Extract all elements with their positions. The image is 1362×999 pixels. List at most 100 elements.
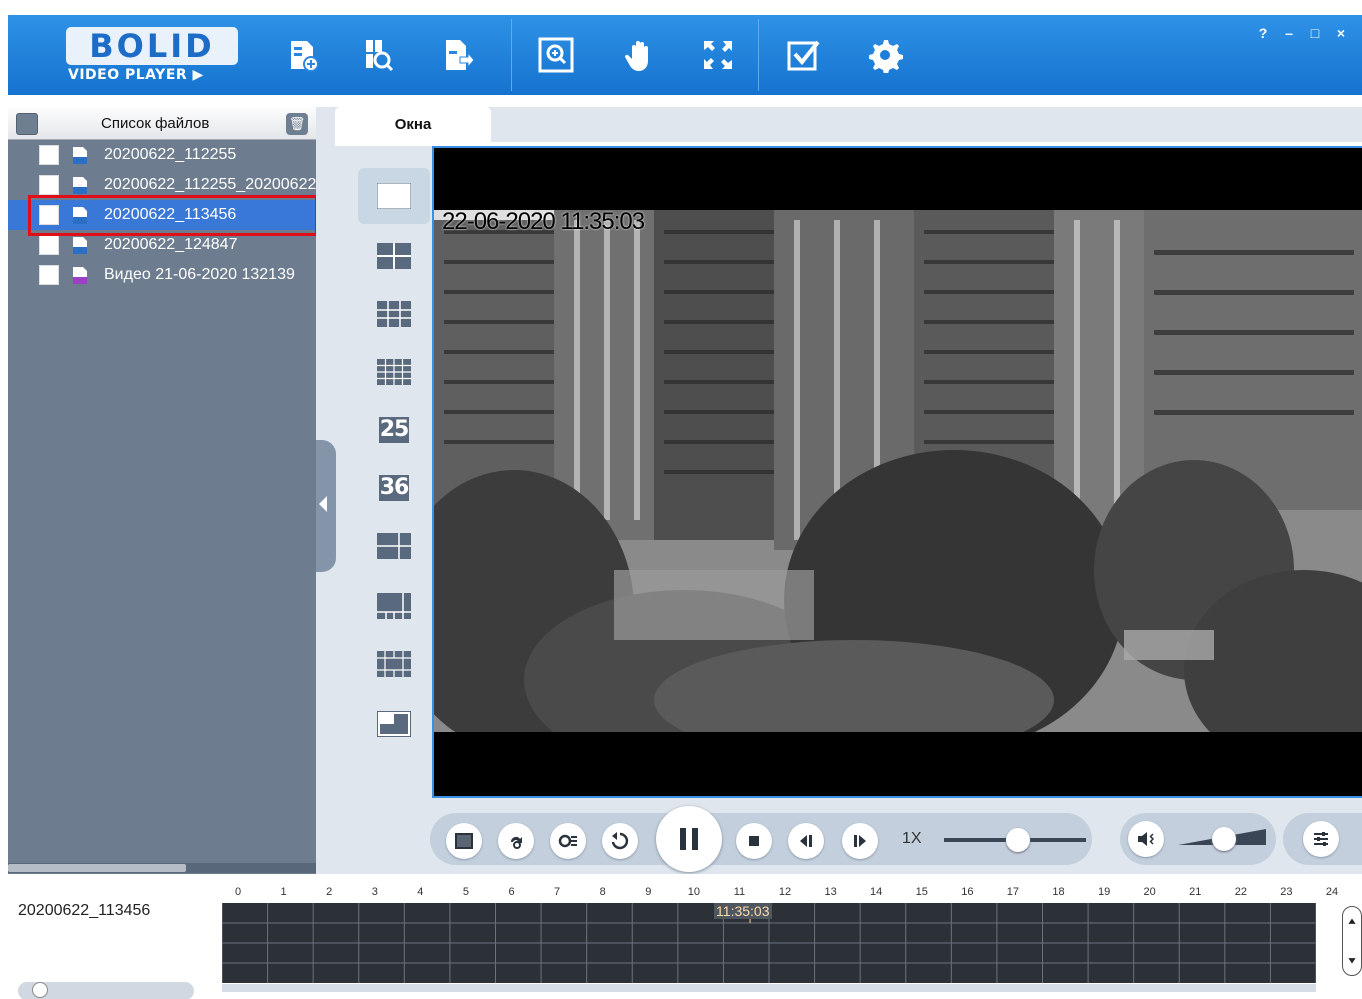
timeline-hour-label: 17 [1006, 886, 1020, 898]
close-button[interactable]: × [1334, 25, 1348, 41]
layout-9-icon [377, 301, 411, 327]
file-checkbox[interactable] [39, 145, 59, 165]
timeline-hour-label: 19 [1097, 886, 1111, 898]
stop-icon [749, 836, 759, 846]
delete-files-button[interactable]: 🗑 [286, 113, 308, 135]
mp4-file-icon [73, 267, 87, 284]
step-back-button[interactable] [788, 823, 824, 859]
timeline-hour-label: 3 [371, 886, 378, 898]
tab-windows[interactable]: Окна [335, 107, 491, 143]
timeline-hour-label: 6 [508, 886, 515, 898]
step-forward-button[interactable] [842, 823, 878, 859]
file-list-item[interactable]: 20200622_112255 [8, 140, 316, 170]
minimize-button[interactable]: – [1282, 25, 1296, 41]
toolbar-separator [511, 19, 512, 91]
rewind-icon [611, 832, 629, 850]
video-window[interactable]: 22-06-2020 11:35:03 [432, 146, 1362, 798]
file-name: 20200622_112255 [104, 146, 237, 163]
timeline-hour-ruler: 0 1 2 3 4 5 6 7 8 9 10 11 12 13 14 15 16 17 18 19 20 21 22 23 24 [228, 886, 1338, 900]
help-button[interactable]: ? [1256, 25, 1270, 41]
file-list-header: Список файлов 🗑 [8, 107, 316, 140]
select-all-checkbox[interactable] [16, 113, 38, 135]
timeline-grid[interactable]: 11:35:03 [221, 903, 1317, 983]
snapshot-button[interactable] [446, 823, 482, 859]
app-header: BOLID VIDEO PLAYER ▶ ? – □ × [8, 15, 1362, 95]
checkbox-icon[interactable] [784, 35, 824, 75]
timeline-hour-label: 7 [554, 886, 561, 898]
dav-file-icon [73, 237, 87, 254]
timeline-vscrollbar[interactable] [1342, 906, 1362, 976]
speaker-icon [1138, 832, 1155, 846]
file-checkbox[interactable] [39, 265, 59, 285]
layout-36-button[interactable]: 36 [358, 460, 430, 516]
dav-file-icon [73, 177, 87, 194]
speed-slider-knob[interactable] [1006, 828, 1030, 852]
selection-highlight-outline [28, 195, 318, 236]
export-icon[interactable] [438, 35, 478, 75]
step-back-icon [800, 835, 812, 847]
layout-16-icon [377, 359, 411, 385]
window-controls: ? – □ × [1256, 25, 1348, 41]
timeline-hour-label: 5 [462, 886, 469, 898]
file-checkbox[interactable] [39, 235, 59, 255]
timeline-hour-label: 11 [733, 886, 746, 898]
file-list-scrollbar[interactable] [8, 863, 316, 873]
volume-slider-knob[interactable] [1212, 827, 1236, 851]
hand-icon[interactable] [620, 35, 660, 75]
layout-9-button[interactable] [358, 286, 430, 342]
settings-bar [1283, 813, 1362, 865]
mute-button[interactable] [1128, 821, 1164, 857]
layout-custom-1-button[interactable] [358, 518, 430, 574]
timeline-zoom-slider[interactable] [18, 982, 194, 999]
logo-subtitle: VIDEO PLAYER ▶ [68, 67, 204, 83]
sliders-icon [1314, 832, 1328, 846]
layout-25-button[interactable]: 25 [358, 402, 430, 458]
zoom-slider-knob[interactable] [32, 982, 48, 998]
sync-play-button[interactable] [550, 823, 586, 859]
timeline-cursor-time: 11:35:03 [714, 903, 772, 919]
timeline-file-name: 20200622_113456 [18, 902, 151, 919]
timeline-hscrollbar[interactable] [222, 984, 1316, 992]
loop-button[interactable] [498, 823, 534, 859]
speed-slider[interactable] [944, 828, 1086, 852]
zoom-icon[interactable] [536, 35, 576, 75]
layout-25-icon: 25 [379, 417, 409, 443]
open-file-icon[interactable] [283, 35, 323, 75]
layout-16-button[interactable] [358, 344, 430, 400]
layout-4-button[interactable] [358, 228, 430, 284]
layout-36-icon: 36 [379, 475, 409, 501]
adjust-button[interactable] [1303, 821, 1339, 857]
settings-gear-icon[interactable] [865, 35, 905, 75]
file-name: 20200622_124847 [104, 236, 238, 253]
rewind-button[interactable] [602, 823, 638, 859]
layout-custom-4-button[interactable] [358, 696, 430, 752]
toolbar-separator [758, 19, 759, 91]
file-name: 20200622_112255_20200622 [104, 176, 316, 193]
screen-icon [455, 833, 473, 849]
bolid-logo: BOLID VIDEO PLAYER ▶ [66, 27, 242, 87]
timeline-hour-label: 8 [599, 886, 606, 898]
layout-custom-3-icon [377, 651, 411, 677]
maximize-button[interactable]: □ [1308, 25, 1322, 41]
timeline-hour-label: 18 [1052, 886, 1065, 898]
timeline-hour-label: 12 [778, 886, 792, 898]
speed-label: 1X [902, 830, 922, 847]
fullscreen-icon[interactable] [698, 35, 738, 75]
sync-icon [558, 834, 577, 848]
layout-custom-2-button[interactable] [358, 578, 430, 634]
timeline-hour-label: 21 [1189, 886, 1202, 898]
stop-button[interactable] [736, 823, 772, 859]
pause-button[interactable] [656, 806, 722, 872]
file-checkbox[interactable] [39, 175, 59, 195]
file-list-item[interactable]: Видео 21-06-2020 132139 [8, 260, 316, 290]
layout-custom-3-button[interactable] [358, 636, 430, 692]
collapse-panel-tab[interactable] [316, 440, 336, 572]
timeline-hour-label: 0 [234, 886, 242, 898]
search-file-icon[interactable] [358, 35, 398, 75]
scrollbar-thumb[interactable] [8, 864, 186, 872]
video-frame [434, 210, 1362, 732]
layout-1-button[interactable] [358, 168, 430, 224]
chevron-left-icon [319, 496, 327, 512]
timeline-hour-label: 9 [645, 886, 652, 898]
timeline-hour-label: 4 [417, 886, 424, 898]
